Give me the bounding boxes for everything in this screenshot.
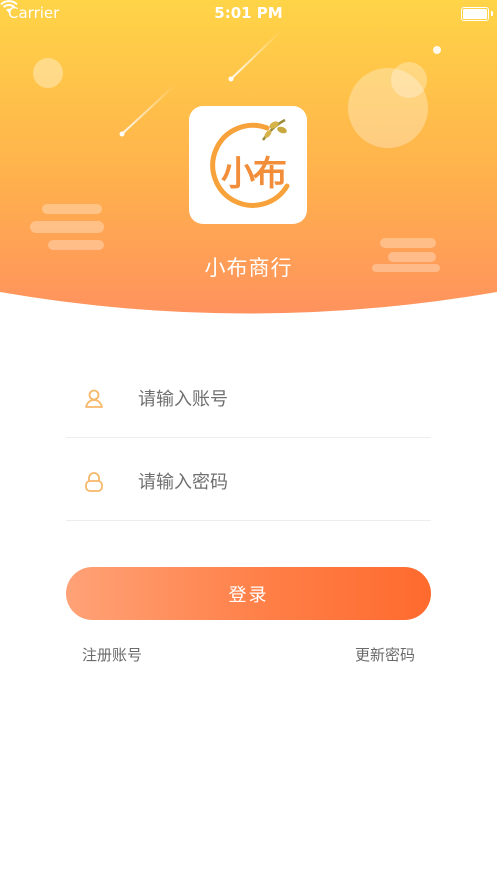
status-bar: Carrier 5:01 PM — [0, 0, 497, 26]
password-field — [66, 440, 431, 521]
app-logo: 小布 — [189, 106, 307, 224]
password-input[interactable] — [136, 460, 420, 504]
reset-password-link[interactable]: 更新密码 — [355, 644, 415, 665]
battery-cap — [491, 11, 493, 16]
status-time: 5:01 PM — [214, 4, 283, 22]
logo-text: 小布 — [221, 154, 287, 194]
app-name: 小布商行 — [204, 256, 293, 280]
header-banner: Carrier 5:01 PM 小布 小布商行 — [0, 0, 497, 340]
battery-icon — [461, 7, 489, 21]
account-field — [66, 357, 431, 438]
login-button[interactable]: 登录 — [66, 567, 431, 620]
user-icon — [85, 389, 103, 408]
account-input[interactable] — [136, 377, 420, 421]
register-link[interactable]: 注册账号 — [82, 644, 142, 665]
lock-icon — [85, 472, 103, 492]
